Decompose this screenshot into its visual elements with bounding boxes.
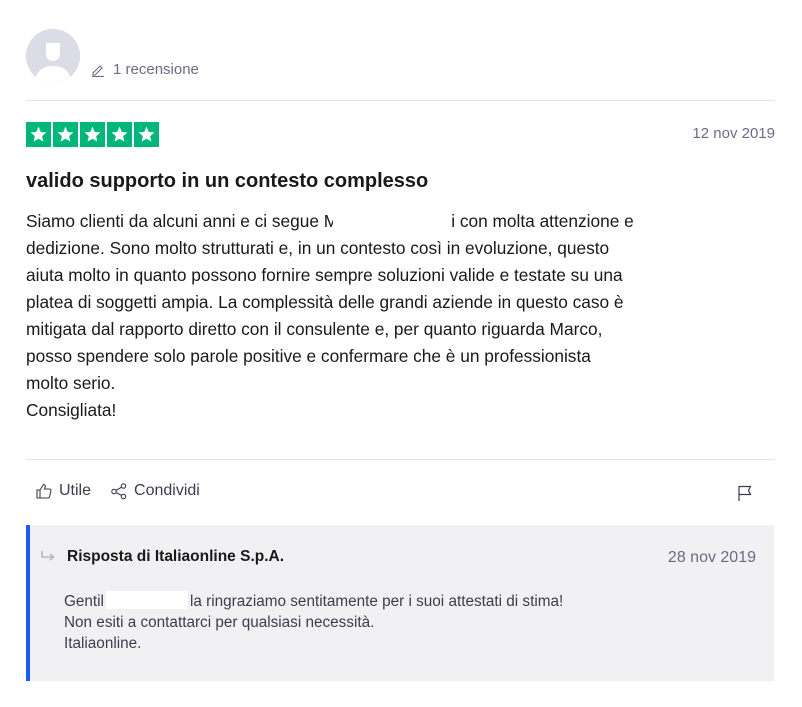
reply-arrow-icon — [41, 551, 55, 561]
review-body-line: Consigliata! — [26, 400, 117, 420]
thumbs-up-icon — [36, 483, 52, 499]
review-body-line: mitigata dal rapporto diretto con il con… — [26, 319, 603, 339]
reply-title: Risposta di Italiaonline S.p.A. — [67, 548, 285, 565]
review-body: Siamo clienti da alcuni anni e ci segue … — [26, 208, 778, 424]
divider — [26, 100, 775, 101]
reply-header: Risposta di Italiaonline S.p.A. — [40, 548, 284, 566]
useful-button[interactable]: Utile — [35, 482, 91, 500]
share-icon — [111, 483, 127, 500]
review-body-line: platea di soggetti ampia. La complessità… — [26, 292, 624, 312]
star-icon — [53, 122, 78, 147]
reply-date: 28 nov 2019 — [667, 549, 756, 566]
star-icon — [80, 122, 105, 147]
reviewer-header: 1 recensione — [26, 25, 775, 83]
review-date: 12 nov 2019 — [692, 125, 775, 142]
reply-body: Gentil la ringraziamo sentitamente per i … — [64, 591, 563, 654]
review-body-line: dedizione. Sono molto strutturati e, in … — [26, 238, 610, 258]
reply-line: Gentil la ringraziamo sentitamente per i … — [64, 591, 564, 610]
redacted-text — [333, 210, 458, 230]
reply-line: Italiaonline. — [64, 635, 142, 652]
company-reply: Risposta di Italiaonline S.p.A. 28 nov 2… — [26, 525, 774, 681]
review-title[interactable]: valido supporto in un contesto complesso — [26, 170, 428, 193]
user-silhouette-icon — [26, 29, 80, 83]
review-actions: Utile Condividi — [35, 482, 200, 500]
share-button[interactable]: Condividi — [110, 482, 200, 500]
star-icon — [107, 122, 132, 147]
review-body-line: Siamo clienti da alcuni anni e ci segue … — [26, 210, 634, 231]
pencil-icon — [92, 64, 104, 77]
avatar[interactable] — [26, 29, 80, 83]
redacted-text — [105, 591, 188, 609]
report-flag-icon[interactable] — [736, 484, 754, 502]
star-icon — [134, 122, 159, 147]
star-rating — [26, 122, 159, 147]
useful-label: Utile — [59, 482, 92, 499]
review-body-line: molto serio. — [26, 373, 116, 393]
review-body-line: aiuta molto in quanto possono fornire se… — [26, 265, 623, 285]
reply-line: Non esiti a contattarci per qualsiasi ne… — [64, 614, 375, 631]
star-icon — [26, 122, 51, 147]
review-body-line: posso spendere solo parole positive e co… — [26, 346, 591, 366]
review-count[interactable]: 1 recensione — [91, 61, 199, 78]
share-label: Condividi — [134, 482, 200, 499]
review-count-label: 1 recensione — [113, 61, 199, 78]
divider — [26, 459, 775, 460]
